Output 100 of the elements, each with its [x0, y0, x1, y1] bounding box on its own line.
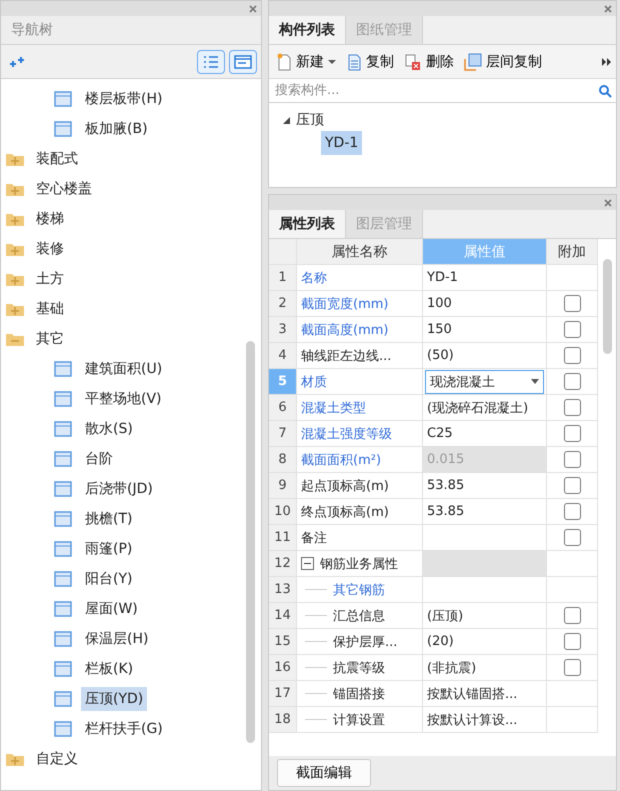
- row-number: 11: [269, 525, 297, 551]
- scrollbar[interactable]: [246, 341, 255, 743]
- component-icon: [53, 450, 73, 468]
- tree-folder[interactable]: 楼梯: [32, 207, 68, 231]
- close-icon[interactable]: [249, 4, 257, 12]
- tree-item[interactable]: 建筑面积(U): [81, 357, 166, 381]
- property-value[interactable]: YD-1: [423, 265, 547, 291]
- row-number: 14: [269, 603, 297, 629]
- toolbar-button[interactable]: 新建: [273, 52, 339, 70]
- property-value[interactable]: (50): [423, 343, 547, 369]
- property-value[interactable]: (压顶): [423, 603, 547, 629]
- list-view-button[interactable]: [197, 50, 225, 74]
- property-value[interactable]: 100: [423, 291, 547, 317]
- row-number: 7: [269, 421, 297, 447]
- scrollbar[interactable]: [603, 259, 612, 354]
- row-number: 18: [269, 707, 297, 733]
- tree-item[interactable]: 栏板(K): [81, 657, 138, 681]
- panel-tab[interactable]: 属性列表: [269, 210, 346, 238]
- checkbox[interactable]: [564, 425, 580, 442]
- checkbox[interactable]: [564, 295, 580, 312]
- tree-folder[interactable]: 土方: [32, 267, 68, 291]
- folder-icon: [6, 272, 24, 286]
- toolbar-button[interactable]: 复制: [343, 52, 397, 70]
- component-icon: [53, 90, 73, 108]
- checkbox[interactable]: [564, 633, 580, 650]
- tree-item[interactable]: 楼层板带(H): [81, 87, 166, 111]
- tree-item[interactable]: 后浇带(JD): [81, 477, 157, 501]
- tree-item[interactable]: 栏杆扶手(G): [81, 717, 167, 741]
- window-view-button[interactable]: [229, 50, 257, 74]
- folder-icon: [6, 302, 24, 316]
- caret-icon[interactable]: [531, 379, 539, 384]
- property-value[interactable]: 按默认锚固搭...: [423, 681, 547, 707]
- checkbox[interactable]: [564, 373, 580, 390]
- property-value[interactable]: 150: [423, 317, 547, 343]
- row-number: 17: [269, 681, 297, 707]
- tree-folder[interactable]: 其它: [32, 327, 68, 351]
- document-icon: [346, 52, 362, 70]
- overflow-icon[interactable]: [602, 58, 612, 66]
- expanded-icon[interactable]: [283, 116, 290, 124]
- close-icon[interactable]: [604, 4, 612, 12]
- property-value[interactable]: 现浇混凝土: [423, 369, 547, 395]
- row-number: 8: [269, 447, 297, 473]
- component-icon: [53, 510, 73, 528]
- checkbox[interactable]: [564, 477, 580, 494]
- tree-item[interactable]: 板加腋(B): [81, 117, 152, 141]
- checkbox[interactable]: [564, 399, 580, 416]
- add-icon[interactable]: [9, 56, 25, 68]
- row-number: 3: [269, 317, 297, 343]
- checkbox[interactable]: [564, 347, 580, 364]
- tree-node[interactable]: 压顶: [296, 111, 324, 129]
- tree-item[interactable]: YD-1: [321, 131, 362, 155]
- tree-item[interactable]: 压顶(YD): [81, 687, 148, 711]
- row-number: 9: [269, 473, 297, 499]
- property-value[interactable]: (现浇碎石混凝土): [423, 395, 547, 421]
- panel-title: 导航树: [1, 16, 261, 45]
- new-document-icon: [276, 52, 292, 70]
- tree-item[interactable]: 阳台(Y): [81, 567, 136, 591]
- component-icon: [53, 660, 73, 678]
- property-value[interactable]: 按默认计算设...: [423, 707, 547, 733]
- tree-folder[interactable]: 基础: [32, 297, 68, 321]
- tree-folder[interactable]: 装配式: [32, 147, 82, 171]
- toolbar-button[interactable]: 层间复制: [461, 52, 545, 70]
- tree-item[interactable]: 保温层(H): [81, 627, 152, 651]
- panel-tab[interactable]: 构件列表: [269, 16, 346, 44]
- folder-icon: [6, 242, 24, 256]
- tree-item[interactable]: 雨篷(P): [81, 537, 136, 561]
- checkbox[interactable]: [564, 321, 580, 338]
- folder-icon: [6, 152, 24, 166]
- component-icon: [53, 720, 73, 738]
- list-icon: [203, 54, 219, 68]
- row-number: 12: [269, 551, 297, 577]
- tree-folder[interactable]: 自定义: [32, 747, 82, 771]
- search-icon: [598, 84, 612, 98]
- property-value[interactable]: (20): [423, 629, 547, 655]
- tree-item[interactable]: 散水(S): [81, 417, 137, 441]
- tree-folder[interactable]: 装修: [32, 237, 68, 261]
- property-value[interactable]: 53.85: [423, 473, 547, 499]
- column-header[interactable]: 附加: [547, 239, 598, 265]
- property-value[interactable]: 53.85: [423, 499, 547, 525]
- component-icon: [53, 360, 73, 378]
- tree-item[interactable]: 挑檐(T): [81, 507, 136, 531]
- checkbox[interactable]: [564, 659, 580, 676]
- checkbox[interactable]: [564, 529, 580, 546]
- tree-item[interactable]: 台阶: [81, 447, 117, 471]
- checkbox[interactable]: [564, 503, 580, 520]
- property-value[interactable]: C25: [423, 421, 547, 447]
- row-number: 15: [269, 629, 297, 655]
- close-icon[interactable]: [604, 198, 612, 206]
- tree-item[interactable]: 屋面(W): [81, 597, 142, 621]
- checkbox[interactable]: [564, 607, 580, 624]
- row-number: 13: [269, 577, 297, 603]
- property-value[interactable]: (非抗震): [423, 655, 547, 681]
- toolbar-button[interactable]: 删除: [401, 52, 457, 70]
- tree-item[interactable]: 平整场地(V): [81, 387, 166, 411]
- tree-folder[interactable]: 空心楼盖: [32, 177, 96, 201]
- section-edit-button[interactable]: 截面编辑: [277, 759, 371, 787]
- folder-icon: [6, 332, 24, 346]
- collapse-icon[interactable]: [301, 557, 314, 570]
- column-header[interactable]: 属性名称: [297, 239, 423, 265]
- checkbox[interactable]: [564, 451, 580, 468]
